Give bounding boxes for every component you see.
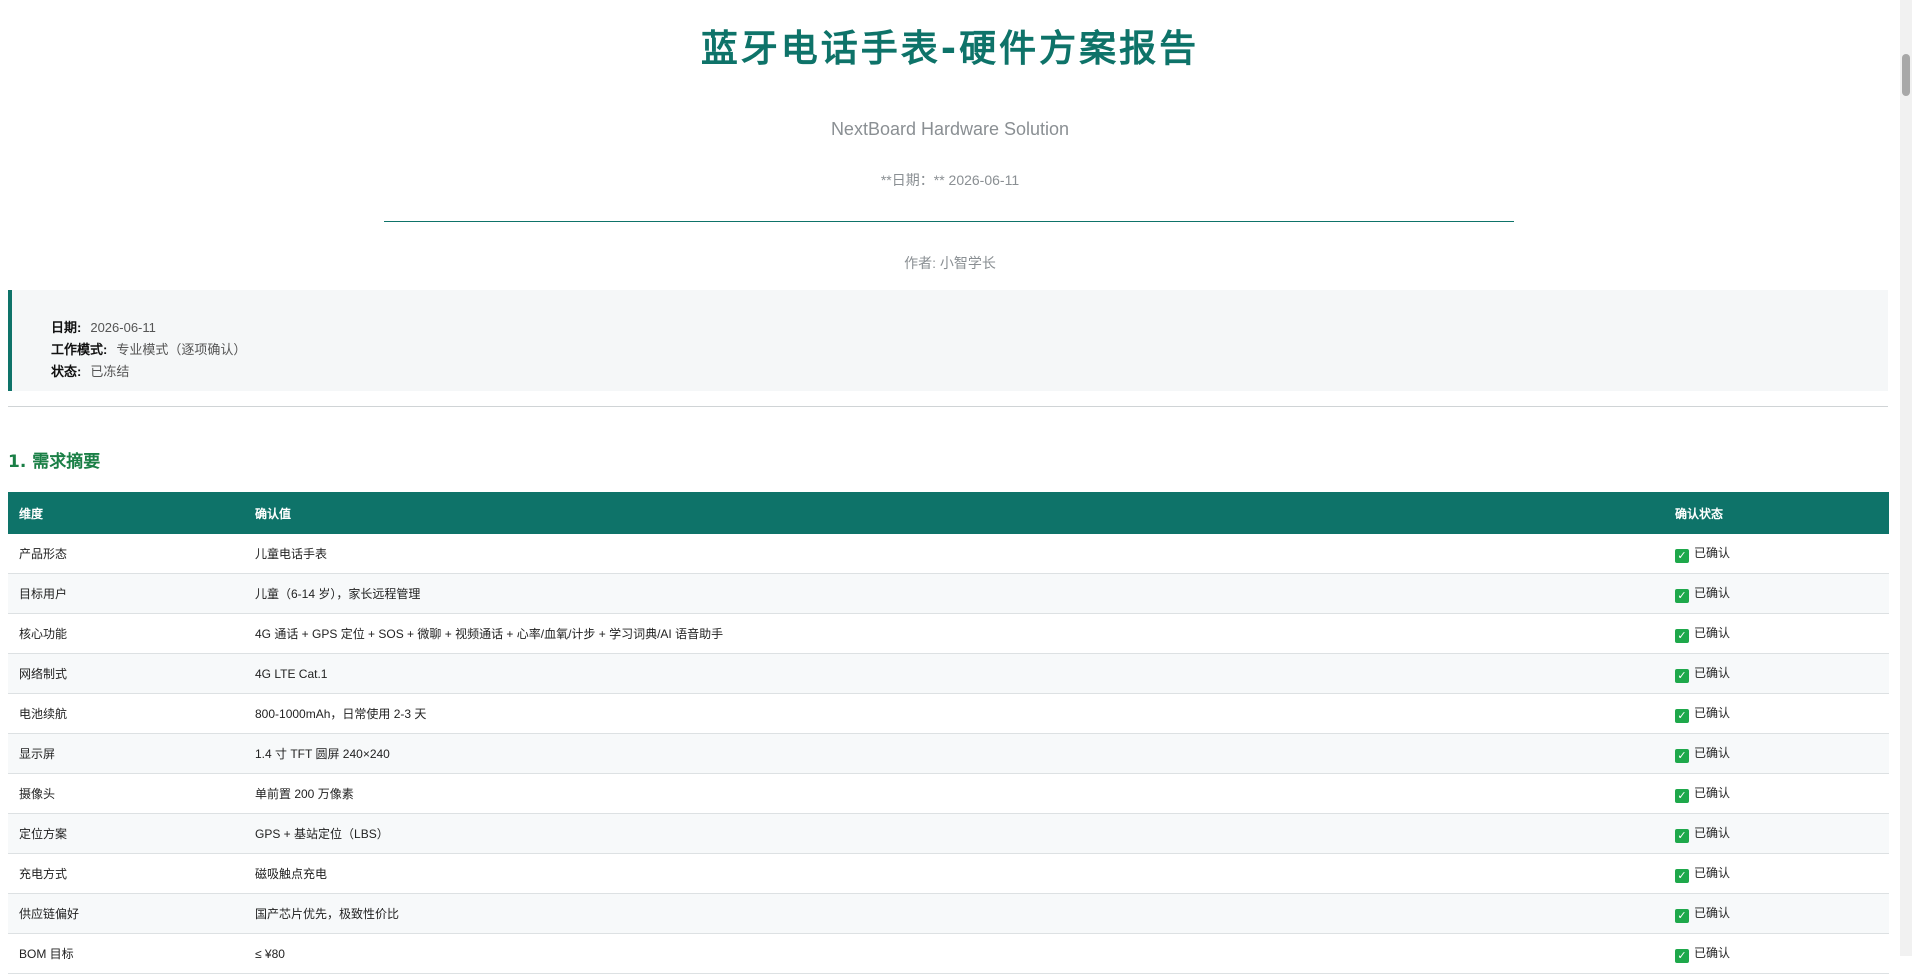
info-value: 2026-06-11 — [90, 320, 156, 335]
status-text: 已确认 — [1694, 866, 1731, 880]
info-value: 专业模式（逐项确认） — [116, 342, 247, 357]
section-heading: 1. 需求摘要 — [8, 452, 101, 472]
cell-status: ✓ 已确认 — [1664, 573, 1889, 614]
requirements-table: 维度 确认值 确认状态 产品形态 儿童电话手表 ✓ 已确认 目标用户 儿童（6-14 岁）… — [8, 492, 1889, 974]
table-row: 核心功能 4G 通话 + GPS 定位 + SOS + 微聊 + 视频通话 + 心… — [8, 613, 1889, 654]
check-icon: ✓ — [1675, 589, 1689, 603]
scrollbar-thumb[interactable] — [1902, 54, 1910, 96]
cell-value: 单前置 200 万像素 — [244, 773, 1664, 814]
cell-status: ✓ 已确认 — [1664, 534, 1889, 574]
column-header-dimension: 维度 — [8, 492, 244, 534]
cell-value: 4G 通话 + GPS 定位 + SOS + 微聊 + 视频通话 + 心率/血氧… — [244, 613, 1664, 654]
status-text: 已确认 — [1694, 626, 1731, 640]
cell-dimension: 网络制式 — [8, 653, 244, 694]
table-row: 定位方案 GPS + 基站定位（LBS） ✓ 已确认 — [8, 813, 1889, 854]
status-text: 已确认 — [1694, 666, 1731, 680]
cell-status: ✓ 已确认 — [1664, 893, 1889, 934]
cell-dimension: 核心功能 — [8, 613, 244, 654]
cell-status: ✓ 已确认 — [1664, 653, 1889, 694]
cell-value: 儿童电话手表 — [244, 534, 1664, 574]
status-text: 已确认 — [1694, 786, 1731, 800]
check-icon: ✓ — [1675, 869, 1689, 883]
cell-dimension: 摄像头 — [8, 773, 244, 814]
table-row: 目标用户 儿童（6-14 岁），家长远程管理 ✓ 已确认 — [8, 573, 1889, 614]
status-text: 已确认 — [1694, 586, 1731, 600]
cell-value: 磁吸触点充电 — [244, 853, 1664, 894]
cell-status: ✓ 已确认 — [1664, 773, 1889, 814]
info-row-status: 状态: 已冻结 — [51, 361, 129, 380]
info-callout: 日期: 2026-06-11 工作模式: 专业模式（逐项确认） 状态: 已冻结 — [8, 290, 1888, 391]
cell-dimension: BOM 目标 — [8, 933, 244, 974]
check-icon: ✓ — [1675, 909, 1689, 923]
status-text: 已确认 — [1694, 546, 1731, 560]
cell-dimension: 产品形态 — [8, 534, 244, 574]
cell-status: ✓ 已确认 — [1664, 933, 1889, 974]
cell-dimension: 目标用户 — [8, 573, 244, 614]
table-row: 显示屏 1.4 寸 TFT 圆屏 240×240 ✓ 已确认 — [8, 733, 1889, 774]
check-icon: ✓ — [1675, 709, 1689, 723]
table-row: 电池续航 800-1000mAh，日常使用 2-3 天 ✓ 已确认 — [8, 693, 1889, 734]
title-divider — [384, 221, 1514, 222]
info-label: 工作模式: — [51, 342, 108, 357]
cell-value: 儿童（6-14 岁），家长远程管理 — [244, 573, 1664, 614]
cell-dimension: 供应链偏好 — [8, 893, 244, 934]
cell-value: 1.4 寸 TFT 圆屏 240×240 — [244, 733, 1664, 774]
column-header-value: 确认值 — [244, 492, 1664, 534]
cell-value: 国产芯片优先，极致性价比 — [244, 893, 1664, 934]
table-row: BOM 目标 ≤ ¥80 ✓ 已确认 — [8, 933, 1889, 974]
cell-value: 4G LTE Cat.1 — [244, 653, 1664, 694]
table-row: 摄像头 单前置 200 万像素 ✓ 已确认 — [8, 773, 1889, 814]
check-icon: ✓ — [1675, 549, 1689, 563]
check-icon: ✓ — [1675, 789, 1689, 803]
table-row: 网络制式 4G LTE Cat.1 ✓ 已确认 — [8, 653, 1889, 694]
cell-value: 800-1000mAh，日常使用 2-3 天 — [244, 693, 1664, 734]
cell-dimension: 充电方式 — [8, 853, 244, 894]
info-value: 已冻结 — [90, 364, 130, 379]
report-subtitle: NextBoard Hardware Solution — [830, 119, 1070, 139]
status-text: 已确认 — [1694, 826, 1731, 840]
cell-value: ≤ ¥80 — [244, 933, 1664, 974]
status-text: 已确认 — [1694, 946, 1731, 960]
cell-status: ✓ 已确认 — [1664, 733, 1889, 774]
cell-status: ✓ 已确认 — [1664, 813, 1889, 854]
cell-status: ✓ 已确认 — [1664, 853, 1889, 894]
cell-dimension: 定位方案 — [8, 813, 244, 854]
report-author: 作者: 小智学长 — [904, 255, 996, 271]
report-page: 蓝牙电话手表-硬件方案报告 NextBoard Hardware Solutio… — [0, 0, 1900, 974]
cell-status: ✓ 已确认 — [1664, 613, 1889, 654]
info-label: 日期: — [51, 320, 82, 335]
info-row-date: 日期: 2026-06-11 — [51, 317, 156, 336]
cell-value: GPS + 基站定位（LBS） — [244, 813, 1664, 854]
status-text: 已确认 — [1694, 746, 1731, 760]
info-label: 状态: — [51, 364, 82, 379]
status-text: 已确认 — [1694, 706, 1731, 720]
check-icon: ✓ — [1675, 629, 1689, 643]
check-icon: ✓ — [1675, 749, 1689, 763]
cell-dimension: 电池续航 — [8, 693, 244, 734]
check-icon: ✓ — [1675, 829, 1689, 843]
check-icon: ✓ — [1675, 669, 1689, 683]
table-row: 供应链偏好 国产芯片优先，极致性价比 ✓ 已确认 — [8, 893, 1889, 934]
report-date-line: **日期：** 2026-06-11 — [880, 172, 1020, 188]
report-title: 蓝牙电话手表-硬件方案报告 — [700, 27, 1200, 70]
status-text: 已确认 — [1694, 906, 1731, 920]
check-icon: ✓ — [1675, 949, 1689, 963]
cell-dimension: 显示屏 — [8, 733, 244, 774]
table-row: 充电方式 磁吸触点充电 ✓ 已确认 — [8, 853, 1889, 894]
table-row: 产品形态 儿童电话手表 ✓ 已确认 — [8, 534, 1889, 574]
section-divider — [8, 406, 1888, 407]
cell-status: ✓ 已确认 — [1664, 693, 1889, 734]
column-header-status: 确认状态 — [1664, 492, 1889, 534]
vertical-scrollbar[interactable] — [1900, 0, 1912, 956]
table-header-row: 维度 确认值 确认状态 — [8, 492, 1889, 534]
info-row-mode: 工作模式: 专业模式（逐项确认） — [51, 339, 246, 358]
